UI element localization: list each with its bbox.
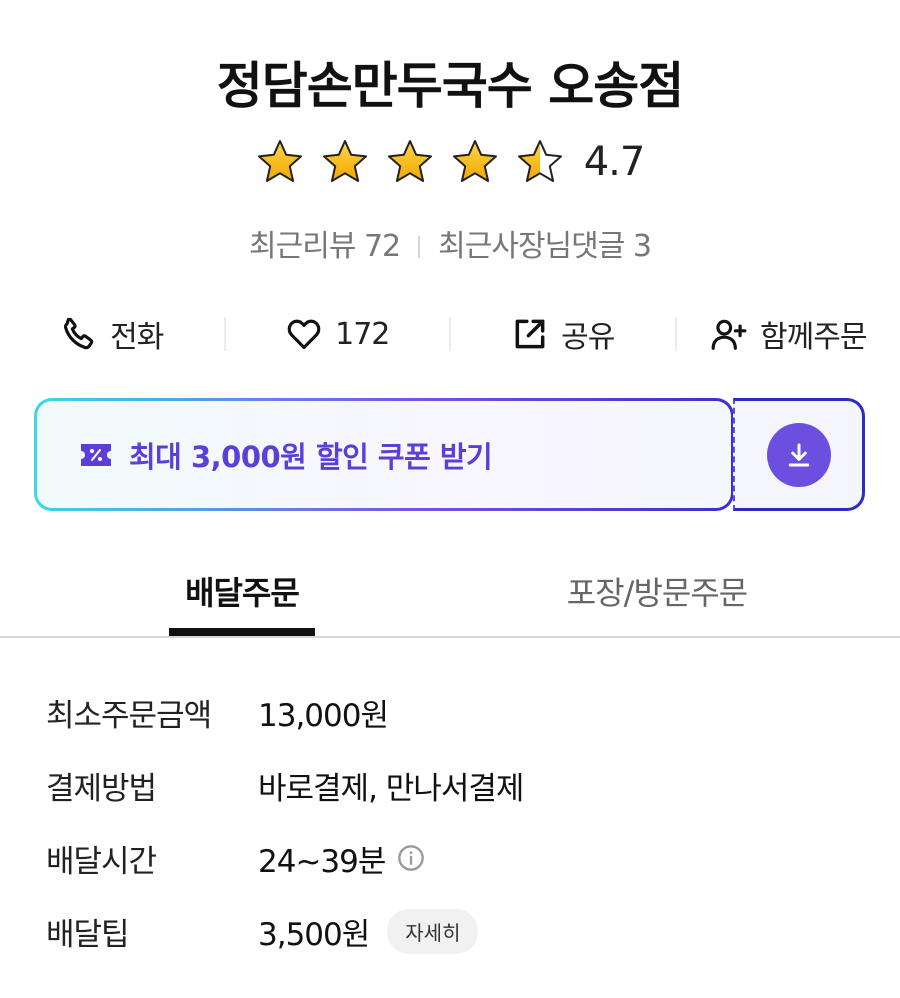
tab-divider — [0, 636, 900, 638]
coupon-text: 최대 3,000원 할인 쿠폰 받기 — [129, 439, 493, 474]
download-circle — [766, 422, 831, 487]
active-tab-indicator — [169, 628, 315, 636]
min-order-label: 최소주문금액 — [46, 697, 212, 734]
action-bar: 전화 172 공유 함께주문 — [0, 306, 900, 362]
info-row-payment: 결제방법 바로결제, 만나서결제 — [46, 761, 866, 809]
star-icon — [387, 140, 432, 182]
share-label: 공유 — [561, 320, 615, 355]
star-icon — [257, 140, 302, 182]
store-name: 정담손만두국수 오송점 — [216, 57, 684, 115]
coupon-banner[interactable]: 최대 3,000원 할인 쿠폰 받기 — [34, 398, 734, 511]
heart-icon — [287, 319, 321, 350]
like-count: 172 — [335, 316, 390, 352]
info-icon[interactable] — [397, 844, 425, 872]
delivery-tip-label: 배달팁 — [46, 916, 130, 953]
coupon-download-button[interactable] — [733, 398, 865, 511]
share-icon — [515, 319, 545, 349]
like-button[interactable]: 172 — [226, 306, 450, 362]
phone-icon — [64, 317, 94, 350]
star-icon — [452, 140, 497, 182]
star-icon — [322, 140, 367, 182]
delivery-tip-group: 3,500원 자세히 — [258, 908, 479, 954]
delivery-time-value: 24~39분 — [258, 843, 386, 880]
coupon-icon — [81, 443, 111, 466]
review-summary: 최근리뷰 72 최근사장님댓글 3 — [0, 221, 900, 265]
delivery-time-group: 24~39분 — [258, 836, 425, 881]
recent-reviews-link[interactable]: 최근리뷰 72 — [249, 229, 401, 264]
divider — [418, 236, 421, 258]
info-row-delivery-time: 배달시간 24~39분 — [46, 834, 866, 882]
payment-value: 바로결제, 만나서결제 — [258, 770, 524, 807]
group-order-label: 함께주문 — [760, 320, 867, 355]
delivery-time-label: 배달시간 — [46, 843, 157, 880]
tab-pickup[interactable]: 포장/방문주문 — [544, 568, 770, 614]
tab-delivery[interactable]: 배달주문 — [169, 568, 315, 614]
call-button[interactable]: 전화 — [0, 306, 224, 362]
payment-label: 결제방법 — [46, 770, 157, 807]
call-label: 전화 — [110, 320, 164, 355]
rating: 4.7 — [0, 138, 900, 186]
download-icon — [788, 443, 809, 466]
delivery-tip-value: 3,500원 — [258, 916, 370, 953]
delivery-info: 최소주문금액 13,000원 결제방법 바로결제, 만나서결제 배달시간 24~… — [46, 688, 866, 980]
info-row-min-order: 최소주문금액 13,000원 — [46, 688, 866, 736]
min-order-value: 13,000원 — [258, 697, 389, 734]
share-button[interactable]: 공유 — [451, 306, 675, 362]
detail-button[interactable]: 자세히 — [387, 908, 479, 954]
star-rating — [256, 138, 564, 186]
owner-replies-link[interactable]: 최근사장님댓글 3 — [438, 229, 652, 264]
order-tabs: 배달주문 포장/방문주문 — [0, 560, 900, 636]
user-plus-icon — [711, 319, 747, 350]
rating-value: 4.7 — [583, 139, 646, 185]
info-row-delivery-tip: 배달팁 3,500원 자세히 — [46, 907, 866, 955]
group-order-button[interactable]: 함께주문 — [677, 306, 900, 362]
star-half-icon — [517, 140, 562, 182]
